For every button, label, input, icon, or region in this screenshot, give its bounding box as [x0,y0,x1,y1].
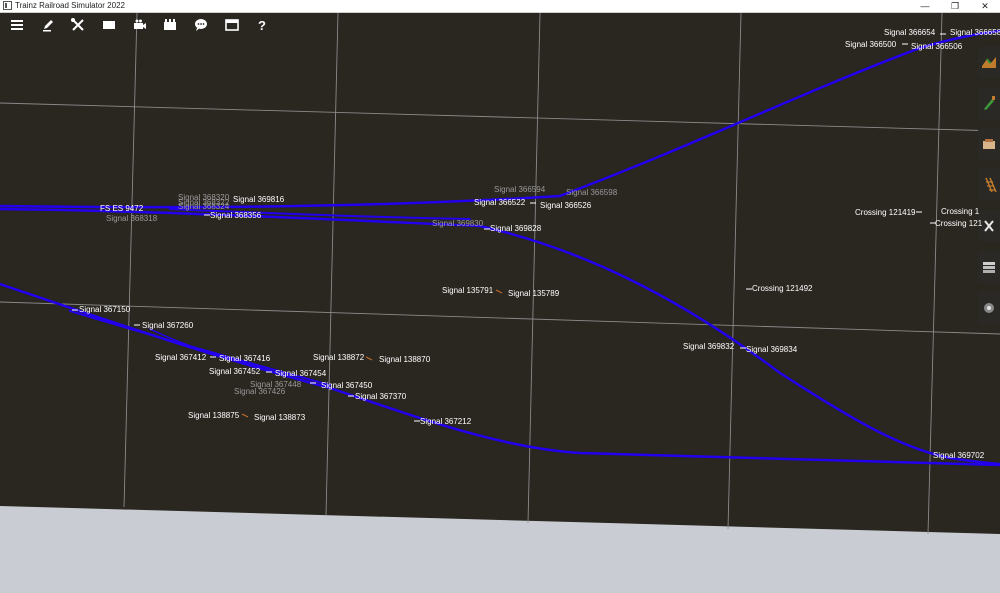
track-tool[interactable] [978,169,1000,201]
signal-label[interactable]: Signal 138872 [313,353,364,363]
menu-icon[interactable] [8,16,26,34]
terrain-tool-icon [982,57,996,68]
signal-label[interactable]: Signal 138873 [254,413,305,423]
signal-label[interactable]: Signal 138870 [379,355,430,365]
settings-tool[interactable] [978,292,1000,324]
camera-icon[interactable] [131,16,149,34]
signal-label[interactable]: Signal 367412 [155,353,206,363]
signal-label[interactable]: Signal 369816 [233,195,284,205]
svg-text:?: ? [258,18,266,33]
help-icon[interactable]: ? [253,16,271,34]
signal-label[interactable]: Signal 367426 [234,387,285,397]
chat-icon[interactable] [192,16,210,34]
signal-label[interactable]: Signal 367212 [420,417,471,427]
minimize-button[interactable]: — [910,0,940,12]
close-button[interactable]: ✕ [970,0,1000,12]
signal-label[interactable]: Signal 369834 [746,345,797,355]
title-bar: Trainz Railroad Simulator 2022 — ❐ ✕ [0,0,1000,13]
paint-tool[interactable] [978,87,1000,119]
crossing-label[interactable]: Crossing 121492 [752,284,812,294]
signal-label[interactable]: Signal 367416 [219,354,270,364]
window-title: Trainz Railroad Simulator 2022 [15,1,125,10]
library-icon[interactable] [161,16,179,34]
signal-label[interactable]: Signal 367260 [142,321,193,331]
window-icon[interactable] [223,16,241,34]
signal-label[interactable]: Signal 369830 [432,219,483,229]
view-icon[interactable] [100,16,118,34]
route-viewport[interactable]: ? Signal 366654 Signal 366658 Signal 366… [0,13,1000,593]
paint-tool-icon [984,96,995,110]
signal-label[interactable]: Signal 367452 [209,367,260,377]
signal-label[interactable]: Signal 366526 [540,201,591,211]
objects-tool-icon [983,139,995,149]
trackside-tool-icon [984,220,994,232]
crossing-label[interactable]: Crossing 121 [935,219,982,229]
signal-label[interactable]: Signal 366598 [566,188,617,198]
signal-label[interactable]: Signal 367454 [275,369,326,379]
signal-label[interactable]: Signal 369832 [683,342,734,352]
signal-label[interactable]: Signal 368318 [106,214,157,224]
signal-label[interactable]: Signal 367450 [321,381,372,391]
fs-es-label[interactable]: FS ES 9472 [100,204,143,214]
objects-tool[interactable] [978,128,1000,160]
signal-label[interactable]: Signal 135791 [442,286,493,296]
signal-label[interactable]: Signal 369702 [933,451,984,461]
signal-label[interactable]: Signal 367370 [355,392,406,402]
signal-label[interactable]: Signal 366506 [911,42,962,52]
app-icon [3,1,12,10]
signal-label[interactable]: Signal 367150 [79,305,130,315]
tools-icon[interactable] [69,16,87,34]
signal-label[interactable]: Signal 135789 [508,289,559,299]
signal-label[interactable]: Signal 366658 [950,28,1000,38]
track-tool-icon [985,177,997,193]
signal-label[interactable]: Signal 368356 [210,211,261,221]
terrain-tool[interactable] [978,46,1000,78]
maximize-button[interactable]: ❐ [940,0,970,12]
settings-tool-icon [984,303,994,313]
layers-tool[interactable] [978,251,1000,283]
crossing-label[interactable]: Crossing 1 [941,207,979,217]
signal-label[interactable]: Signal 366522 [474,198,525,208]
edit-icon[interactable] [39,16,57,34]
route-scene [0,13,1000,535]
layers-tool-icon [983,262,995,273]
signal-label[interactable]: Signal 138875 [188,411,239,421]
ground-plane [0,13,1000,534]
signal-label[interactable]: Signal 366654 [884,28,935,38]
signal-label[interactable]: Signal 366594 [494,185,545,195]
signal-label[interactable]: Signal 366500 [845,40,896,50]
signal-label[interactable]: Signal 369828 [490,224,541,234]
crossing-label[interactable]: Crossing 121419 [855,208,915,218]
